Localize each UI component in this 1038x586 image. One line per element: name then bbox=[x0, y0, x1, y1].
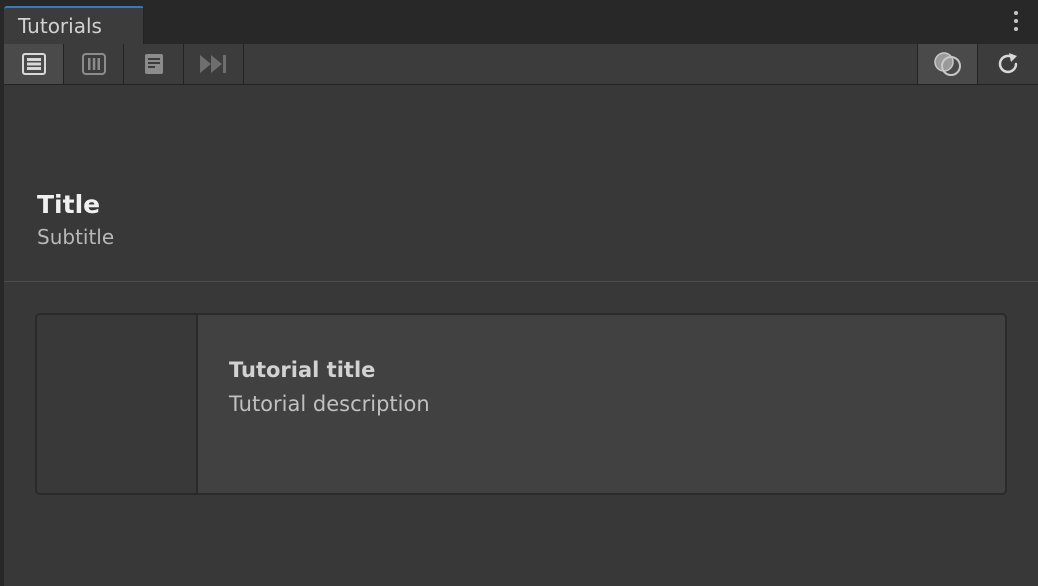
tab-label: Tutorials bbox=[18, 14, 102, 38]
tutorial-card[interactable]: Tutorial title Tutorial description bbox=[35, 313, 1007, 495]
overlap-circles-icon bbox=[933, 52, 961, 76]
divider bbox=[4, 281, 1038, 282]
tutorial-title: Tutorial title bbox=[229, 358, 376, 382]
tutorials-window: Tutorials Title Subtitle Tutorial title … bbox=[0, 0, 1038, 586]
columns-view-icon bbox=[81, 53, 106, 75]
document-view-button[interactable] bbox=[124, 44, 184, 84]
tab-tutorials[interactable]: Tutorials bbox=[4, 6, 144, 44]
list-view-button[interactable] bbox=[4, 44, 64, 84]
refresh-icon bbox=[998, 53, 1017, 74]
left-border bbox=[0, 44, 4, 586]
refresh-button[interactable] bbox=[977, 44, 1037, 84]
list-view-icon bbox=[21, 53, 46, 75]
skip-forward-icon bbox=[199, 55, 226, 73]
toolbar bbox=[4, 44, 1038, 85]
overlay-toggle-button[interactable] bbox=[917, 44, 977, 84]
more-options-icon[interactable] bbox=[1010, 11, 1022, 35]
tutorial-thumbnail bbox=[37, 315, 198, 493]
columns-view-button[interactable] bbox=[64, 44, 124, 84]
tutorial-description: Tutorial description bbox=[229, 392, 430, 416]
tab-strip: Tutorials bbox=[0, 0, 1038, 44]
document-icon bbox=[144, 54, 163, 74]
page-title: Title bbox=[37, 190, 101, 219]
skip-forward-button[interactable] bbox=[184, 44, 244, 84]
page-subtitle: Subtitle bbox=[37, 225, 115, 249]
